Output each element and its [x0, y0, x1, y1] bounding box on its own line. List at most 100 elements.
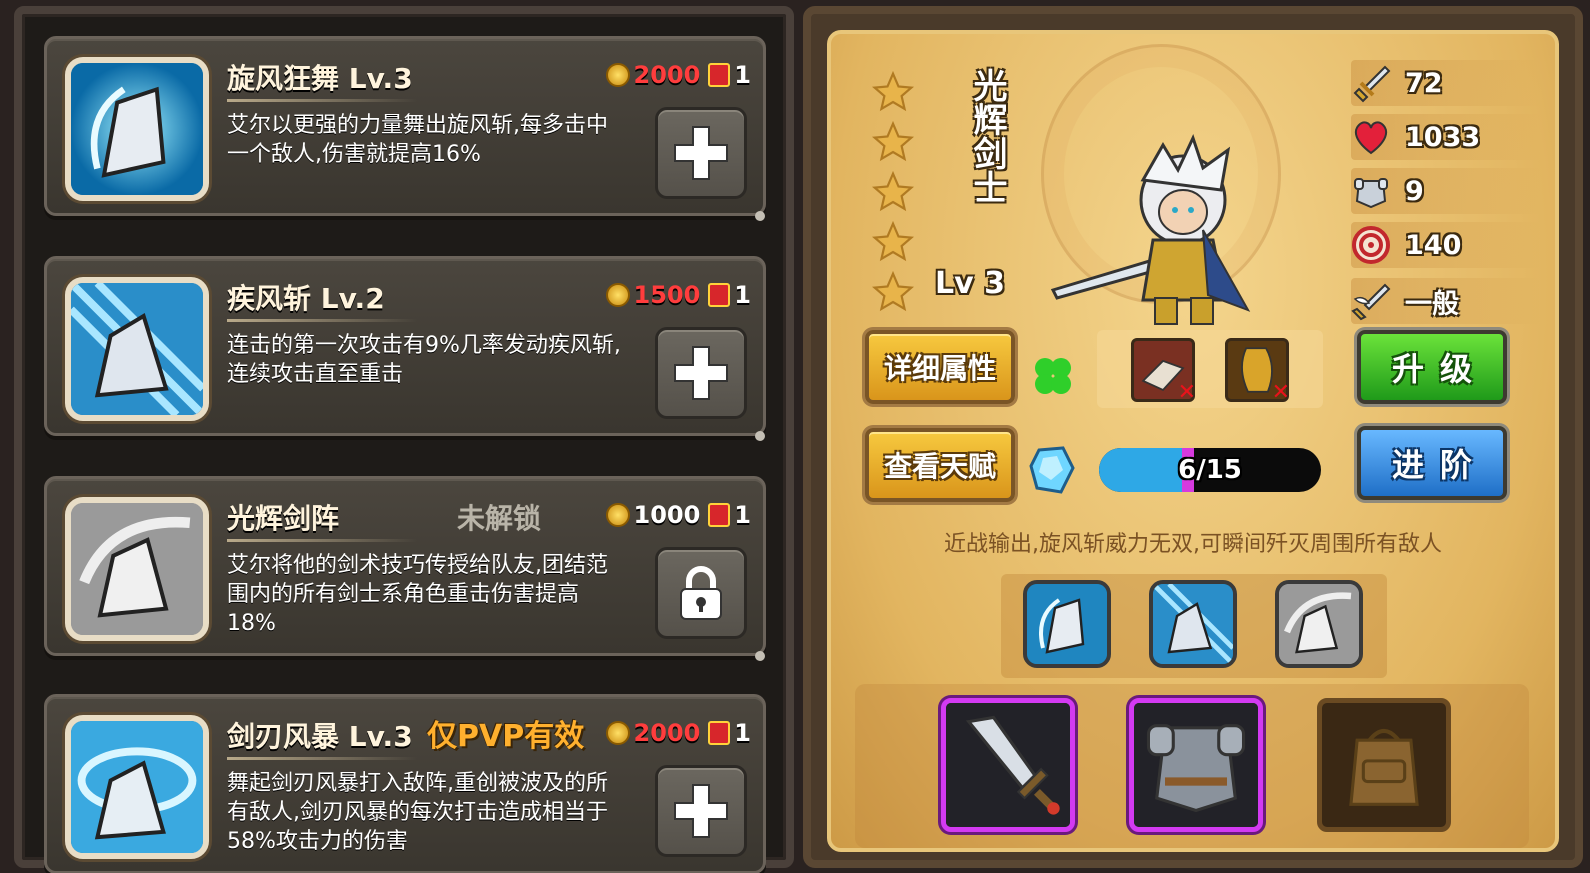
equipment-tray: [855, 684, 1529, 848]
attack-speed-stat: 一般: [1351, 278, 1541, 324]
locked-status-label: 未解锁: [457, 502, 542, 535]
star-icon: [871, 220, 915, 262]
star-rating: [871, 70, 915, 320]
radiant-array-skill-icon: [65, 497, 209, 641]
skill-name: 剑刃风暴 Lv.3: [227, 720, 413, 753]
health-value: 1033: [1405, 121, 1481, 153]
skill-book-icon: [708, 721, 731, 745]
accuracy-value: 140: [1405, 229, 1462, 261]
skill-name: 疾风斩 Lv.2: [227, 282, 385, 315]
attack-speed-value: 一般: [1405, 288, 1459, 320]
hero-portrait: [1050, 133, 1251, 325]
material-slot-fur[interactable]: ✕: [1225, 338, 1290, 405]
gold-cost: 2000: [633, 61, 701, 89]
locked-skill-button[interactable]: [655, 547, 747, 639]
skill-description: 舞起剑刃风暴打入敌阵,重创被波及的所有敌人,剑刃风暴的每次打击造成相当于58%攻…: [227, 771, 608, 854]
view-talent-button[interactable]: 查看天赋: [865, 428, 1015, 502]
accuracy-stat: 140: [1351, 222, 1541, 268]
pvp-only-label: 仅PVP有效: [427, 719, 585, 754]
health-stat: 1033: [1351, 114, 1541, 160]
gold-coin-icon: [605, 283, 630, 307]
skill-card-whirlwind: 旋风狂舞 Lv.3 2000 1 艾尔以更强的力量舞出旋风斩,每多击中一个敌人,…: [44, 36, 766, 221]
book-cost: 1: [734, 501, 751, 529]
blue-gem-icon: [1029, 446, 1075, 494]
star-icon: [871, 270, 915, 312]
skill-book-icon: [708, 503, 731, 527]
skill-slot-radiant-array[interactable]: [1275, 580, 1363, 668]
radiant-array-skill-icon: [1279, 584, 1359, 664]
skill-name: 光辉剑阵: [227, 502, 340, 535]
sword-equipment-icon: [946, 703, 1070, 827]
hero-detail-panel: 光辉剑士 Lv 3 72 1033 9 140 一般 详细属性 ✕ ✕ 升级 查…: [803, 6, 1583, 868]
skill-name-divider: [227, 539, 417, 542]
skill-upgrade-cost: 1000 1: [605, 501, 751, 529]
winged-sword-icon: [1351, 283, 1391, 321]
accessory-slot-empty[interactable]: [1317, 698, 1451, 832]
sword-icon: [1353, 65, 1391, 103]
skill-name-divider: [227, 757, 417, 760]
target-icon: [1352, 226, 1390, 264]
missing-x-icon: ✕: [1271, 380, 1290, 405]
gold-coin-icon: [605, 721, 630, 745]
skill-slot-whirlwind[interactable]: [1023, 580, 1111, 668]
material-slot-book[interactable]: ✕: [1131, 338, 1196, 405]
gold-coin-icon: [605, 63, 630, 87]
advance-button[interactable]: 进阶: [1357, 426, 1507, 500]
star-icon: [871, 170, 915, 212]
plus-icon: [674, 346, 728, 400]
clover-icon: [1035, 358, 1071, 394]
gold-cost: 1000: [633, 501, 701, 529]
whirlwind-skill-icon: [1027, 584, 1107, 664]
skill-card-gale-slash: 疾风斩 Lv.2 1500 1 连击的第一次攻击有9%几率发动疾风斩,连续攻击直…: [44, 256, 766, 441]
skill-book-icon: [708, 283, 731, 307]
attack-value: 72: [1405, 67, 1443, 99]
weapon-slot[interactable]: [941, 698, 1075, 832]
rivet-decoration: [755, 651, 765, 661]
hero-skill-tray: [1001, 574, 1387, 678]
blade-storm-skill-icon: [65, 715, 209, 859]
gold-coin-icon: [605, 503, 630, 527]
star-icon: [871, 120, 915, 162]
missing-x-icon: ✕: [1177, 380, 1196, 405]
backpack-placeholder-icon: [1349, 728, 1419, 806]
gold-cost: 2000: [633, 719, 701, 747]
armor-value: 9: [1405, 175, 1424, 207]
attack-stat: 72: [1351, 60, 1541, 106]
detail-attributes-button[interactable]: 详细属性: [865, 330, 1015, 404]
upgrade-button[interactable]: 升级: [1357, 330, 1507, 404]
skill-list-panel: 旋风狂舞 Lv.3 2000 1 艾尔以更强的力量舞出旋风斩,每多击中一个敌人,…: [14, 6, 794, 873]
skill-name: 旋风狂舞 Lv.3: [227, 62, 413, 95]
gale-slash-skill-icon: [65, 277, 209, 421]
heart-icon: [1354, 121, 1388, 155]
upgrade-material-tray: ✕ ✕: [1097, 330, 1323, 408]
rivet-decoration: [755, 431, 765, 441]
skill-name-divider: [227, 319, 417, 322]
plus-icon: [674, 126, 728, 180]
lock-icon: [680, 566, 722, 620]
book-cost: 1: [734, 61, 751, 89]
rivet-decoration: [755, 211, 765, 221]
armor-stat: 9: [1351, 168, 1541, 214]
book-cost: 1: [734, 719, 751, 747]
skill-card-blade-storm: 剑刃风暴 Lv.3 仅PVP有效 2000 1 舞起剑刃风暴打入敌阵,重创被波及…: [44, 694, 766, 873]
upgrade-skill-button[interactable]: [655, 107, 747, 199]
whirlwind-skill-icon: [65, 57, 209, 201]
chest-armor-icon: [1134, 703, 1258, 827]
armor-icon: [1354, 178, 1388, 209]
skill-name-divider: [227, 99, 417, 102]
gale-slash-skill-icon: [1153, 584, 1233, 664]
skill-upgrade-cost: 2000 1: [605, 719, 751, 747]
skill-slot-gale-slash[interactable]: [1149, 580, 1237, 668]
upgrade-skill-button[interactable]: [655, 765, 747, 857]
plus-icon: [674, 784, 728, 838]
hero-level: Lv 3: [935, 266, 1005, 301]
armor-slot[interactable]: [1129, 698, 1263, 832]
book-cost: 1: [734, 281, 751, 309]
skill-description: 艾尔将他的剑术技巧传授给队友,团结范围内的所有剑士系角色重击伤害提高18%: [227, 553, 608, 636]
skill-description: 艾尔以更强的力量舞出旋风斩,每多击中一个敌人,伤害就提高16%: [227, 113, 608, 167]
talent-progress-text: 6/15: [1178, 455, 1242, 485]
skill-upgrade-cost: 1500 1: [605, 281, 751, 309]
upgrade-skill-button[interactable]: [655, 327, 747, 419]
hero-description: 近战输出,旋风斩威力无双,可瞬间歼灭周围所有敌人: [944, 532, 1442, 557]
skill-upgrade-cost: 2000 1: [605, 61, 751, 89]
